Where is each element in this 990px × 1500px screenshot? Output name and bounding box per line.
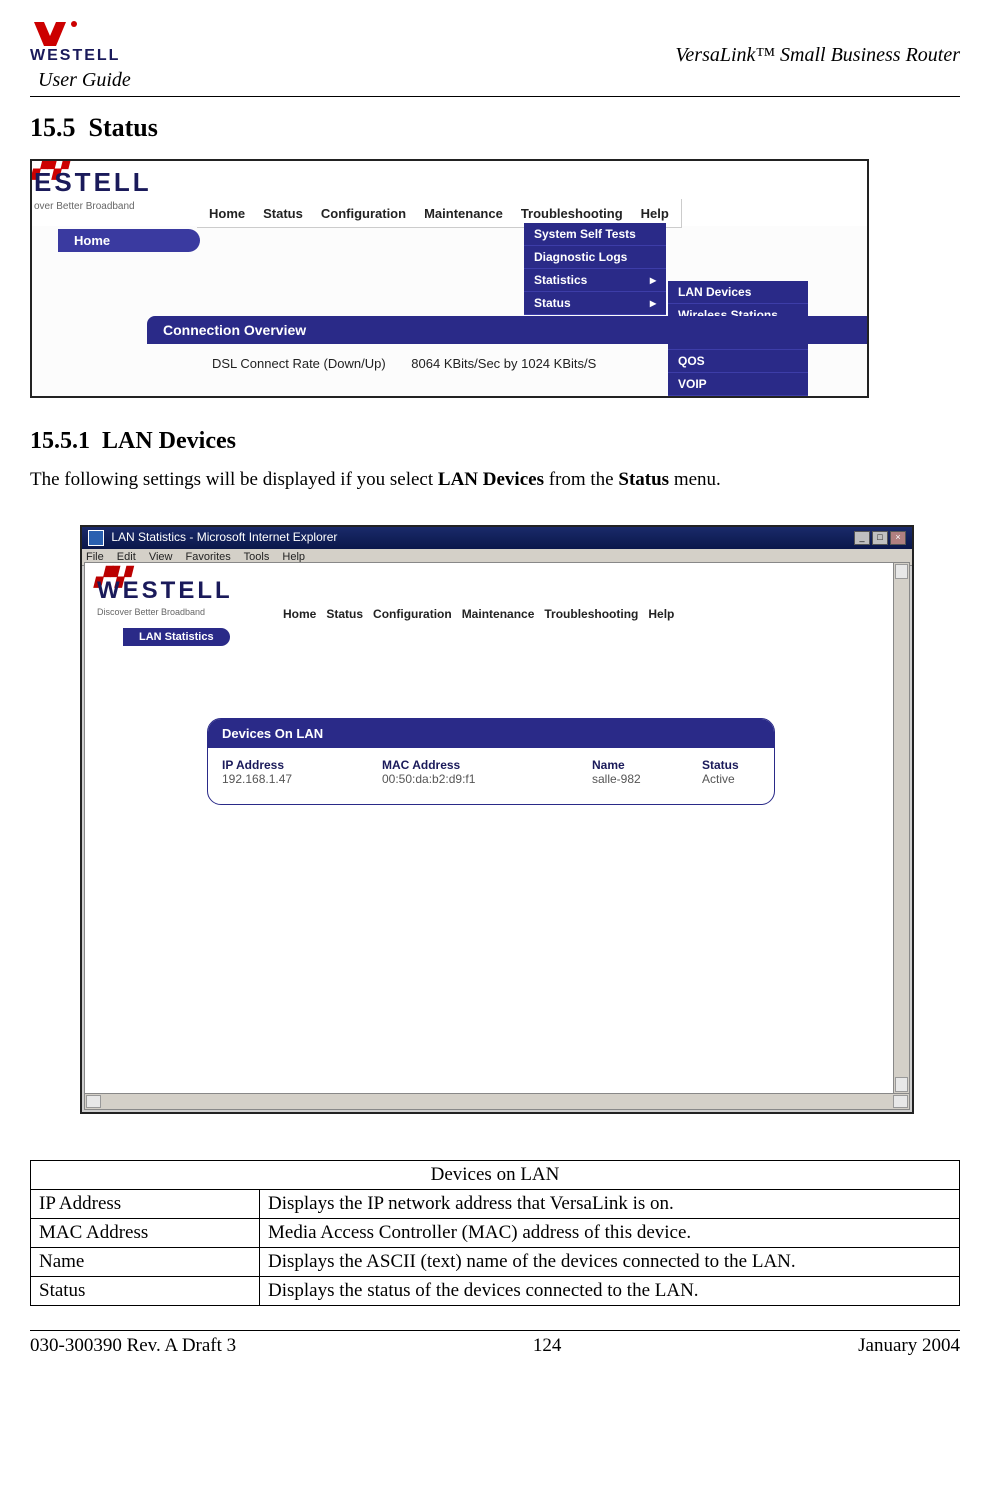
nav-configuration[interactable]: Configuration bbox=[373, 607, 452, 621]
menu-status[interactable]: Status▸ bbox=[524, 292, 666, 315]
col-ip: IP Address 192.168.1.47 bbox=[222, 758, 382, 786]
menu-qos[interactable]: QOS bbox=[668, 350, 808, 373]
name-header: Name bbox=[592, 758, 702, 772]
footer-date: January 2004 bbox=[858, 1335, 960, 1357]
ss1-header: ▞▚▘ ESTELL over Better Broadband Home St… bbox=[32, 161, 867, 226]
nav-status[interactable]: Status bbox=[326, 607, 363, 621]
panel-body: IP Address 192.168.1.47 MAC Address 00:5… bbox=[208, 748, 774, 804]
status-value: Active bbox=[702, 772, 775, 786]
subsection-intro: The following settings will be displayed… bbox=[30, 469, 960, 491]
close-button[interactable]: × bbox=[890, 531, 906, 545]
maximize-button[interactable]: □ bbox=[872, 531, 888, 545]
status-header: Status bbox=[702, 758, 775, 772]
dsl-rate-value: 8064 KBits/Sec by 1024 KBits/S bbox=[389, 356, 596, 371]
ie-content-area: ▞▚▘ WESTELL Discover Better Broadband Ho… bbox=[84, 562, 894, 1094]
table-row: MAC Address Media Access Controller (MAC… bbox=[31, 1219, 960, 1248]
section-number: 15.5 bbox=[30, 113, 76, 142]
row-value: Displays the status of the devices conne… bbox=[260, 1277, 960, 1306]
minimize-button[interactable]: _ bbox=[854, 531, 870, 545]
col-mac: MAC Address 00:50:da:b2:d9:f1 bbox=[382, 758, 592, 786]
row-key: MAC Address bbox=[31, 1219, 260, 1248]
menu-statistics[interactable]: Statistics▸ bbox=[524, 269, 666, 292]
mac-value: 00:50:da:b2:d9:f1 bbox=[382, 772, 592, 786]
nav-configuration[interactable]: Configuration bbox=[317, 206, 410, 221]
header-product-title: VersaLink™ Small Business Router bbox=[675, 44, 960, 69]
brand-logo: WESTELL bbox=[30, 20, 126, 69]
menu-voip[interactable]: VOIP bbox=[668, 373, 808, 396]
row-key: Name bbox=[31, 1248, 260, 1277]
ss1-brand-text: ESTELL bbox=[34, 167, 152, 198]
header-divider bbox=[30, 96, 960, 97]
nav-troubleshooting[interactable]: Troubleshooting bbox=[544, 607, 638, 621]
table-row: Status Displays the status of the device… bbox=[31, 1277, 960, 1306]
nav-home[interactable]: Home bbox=[205, 206, 249, 221]
row-value: Displays the IP network address that Ver… bbox=[260, 1190, 960, 1219]
horizontal-scrollbar[interactable] bbox=[84, 1093, 910, 1110]
ss1-tagline: over Better Broadband bbox=[34, 201, 135, 212]
vertical-scrollbar[interactable] bbox=[893, 562, 910, 1094]
page-footer: 030-300390 Rev. A Draft 3 124 January 20… bbox=[30, 1335, 960, 1357]
ss2-header: ▞▚▘ WESTELL Discover Better Broadband Ho… bbox=[85, 563, 893, 641]
header-guide-label: User Guide bbox=[30, 69, 960, 92]
table-row: Name Displays the ASCII (text) name of t… bbox=[31, 1248, 960, 1277]
col-status: Status Active bbox=[702, 758, 775, 786]
row-value: Displays the ASCII (text) name of the de… bbox=[260, 1248, 960, 1277]
dsl-rate-row: DSL Connect Rate (Down/Up) 8064 KBits/Se… bbox=[212, 356, 596, 371]
table-row: IP Address Displays the IP network addre… bbox=[31, 1190, 960, 1219]
footer-page-number: 124 bbox=[533, 1335, 562, 1357]
row-key: Status bbox=[31, 1277, 260, 1306]
lan-statistics-tab[interactable]: LAN Statistics bbox=[123, 628, 230, 646]
ss2-main-nav: Home Status Configuration Maintenance Tr… bbox=[283, 607, 674, 621]
troubleshooting-submenu: System Self Tests Diagnostic Logs Statis… bbox=[524, 223, 666, 315]
subsection-number: 15.5.1 bbox=[30, 428, 90, 454]
row-key: IP Address bbox=[31, 1190, 260, 1219]
devices-on-lan-doc-table: Devices on LAN IP Address Displays the I… bbox=[30, 1160, 960, 1306]
doc-table-title: Devices on LAN bbox=[31, 1161, 960, 1190]
nav-help[interactable]: Help bbox=[637, 206, 673, 221]
dsl-rate-label: DSL Connect Rate (Down/Up) bbox=[212, 356, 386, 371]
subsection-title-text: LAN Devices bbox=[102, 428, 236, 454]
ip-header: IP Address bbox=[222, 758, 382, 772]
chevron-right-icon: ▸ bbox=[650, 296, 656, 310]
ie-icon bbox=[88, 530, 104, 546]
connection-overview-header: Connection Overview bbox=[147, 316, 869, 344]
screenshot-menu-navigation: ▞▚▘ ESTELL over Better Broadband Home St… bbox=[30, 159, 869, 398]
ss2-brand-text: WESTELL bbox=[97, 577, 233, 605]
logo-icon: WESTELL bbox=[30, 20, 126, 67]
menu-lan-devices[interactable]: LAN Devices bbox=[668, 281, 808, 304]
window-buttons: _ □ × bbox=[854, 531, 906, 545]
brand-text: WESTELL bbox=[30, 47, 120, 62]
screenshot-lan-statistics-wrapper: LAN Statistics - Microsoft Internet Expl… bbox=[80, 525, 910, 1114]
window-title-left: LAN Statistics - Microsoft Internet Expl… bbox=[88, 530, 337, 546]
footer-doc-id: 030-300390 Rev. A Draft 3 bbox=[30, 1335, 236, 1357]
menu-system-self-tests[interactable]: System Self Tests bbox=[524, 223, 666, 246]
nav-status[interactable]: Status bbox=[259, 206, 307, 221]
nav-home[interactable]: Home bbox=[283, 607, 316, 621]
devices-on-lan-panel: Devices On LAN IP Address 192.168.1.47 M… bbox=[207, 718, 775, 805]
section-heading: 15.5 Status bbox=[30, 113, 960, 143]
lan-device-row: IP Address 192.168.1.47 MAC Address 00:5… bbox=[222, 758, 760, 786]
row-value: Media Access Controller (MAC) address of… bbox=[260, 1219, 960, 1248]
chevron-right-icon: ▸ bbox=[650, 273, 656, 287]
nav-maintenance[interactable]: Maintenance bbox=[462, 607, 535, 621]
nav-maintenance[interactable]: Maintenance bbox=[420, 206, 507, 221]
ip-value: 192.168.1.47 bbox=[222, 772, 382, 786]
page-header: WESTELL VersaLink™ Small Business Router bbox=[30, 20, 960, 69]
panel-header: Devices On LAN bbox=[208, 719, 774, 748]
menu-diagnostic-logs[interactable]: Diagnostic Logs bbox=[524, 246, 666, 269]
section-title-text: Status bbox=[89, 113, 158, 142]
screenshot-lan-statistics: LAN Statistics - Microsoft Internet Expl… bbox=[80, 525, 914, 1114]
mac-header: MAC Address bbox=[382, 758, 592, 772]
col-name: Name salle-982 bbox=[592, 758, 702, 786]
window-titlebar: LAN Statistics - Microsoft Internet Expl… bbox=[82, 527, 912, 549]
nav-troubleshooting[interactable]: Troubleshooting bbox=[517, 206, 627, 221]
ss2-tagline: Discover Better Broadband bbox=[97, 607, 205, 617]
document-page: WESTELL VersaLink™ Small Business Router… bbox=[0, 0, 990, 1377]
nav-help[interactable]: Help bbox=[648, 607, 674, 621]
window-title-text: LAN Statistics - Microsoft Internet Expl… bbox=[111, 530, 337, 544]
footer-divider bbox=[30, 1330, 960, 1331]
name-value: salle-982 bbox=[592, 772, 702, 786]
subsection-heading: 15.5.1 LAN Devices bbox=[30, 428, 960, 455]
ss1-home-tab[interactable]: Home bbox=[58, 229, 200, 252]
